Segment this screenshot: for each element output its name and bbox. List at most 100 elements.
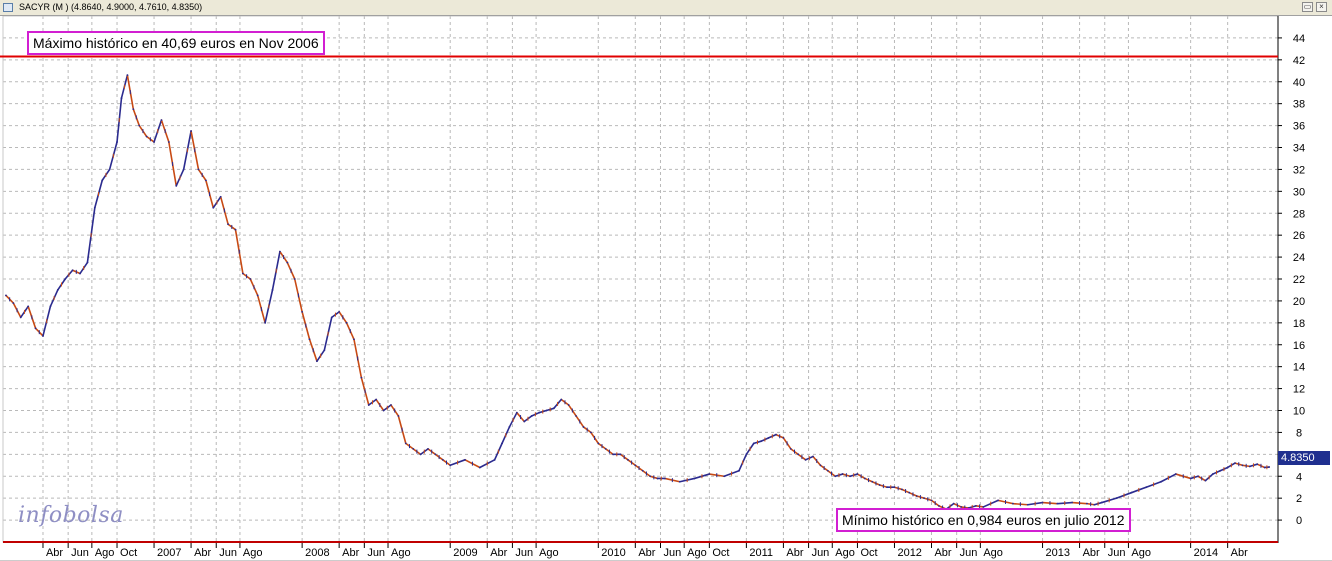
price-point [1026, 503, 1029, 506]
x-tick-label: Abr [786, 547, 803, 559]
price-point [900, 488, 903, 491]
price-point [93, 206, 96, 209]
price-point [367, 404, 370, 406]
price-point [64, 278, 67, 280]
x-tick-label: Abr [490, 547, 507, 559]
x-tick-label: Jun [663, 547, 681, 559]
price-point [160, 119, 163, 122]
price-point [878, 484, 881, 486]
price-point [508, 426, 511, 428]
chart-window-icon [3, 3, 13, 12]
x-tick-label: Abr [638, 547, 655, 559]
logo-text-bolsa: bolsa [62, 503, 124, 528]
price-point [1189, 477, 1192, 480]
price-point [390, 404, 392, 406]
price-point [241, 272, 244, 275]
price-point [301, 310, 304, 313]
price-point [493, 458, 496, 461]
x-tick-label: Ago [835, 547, 855, 559]
y-tick-label: 20 [1293, 296, 1305, 308]
price-point [1268, 466, 1271, 468]
price-point [286, 261, 289, 264]
x-tick-label: Ago [983, 547, 1003, 559]
price-point [908, 491, 911, 494]
price-point [382, 409, 385, 412]
price-point [271, 289, 274, 291]
x-tick-label: Ago [243, 547, 263, 559]
price-point [1041, 501, 1044, 504]
price-point [1145, 486, 1148, 489]
logo-text-info: info [18, 503, 63, 528]
price-point [360, 376, 363, 379]
price-point [693, 477, 696, 480]
price-point [1256, 463, 1259, 466]
price-point [530, 415, 533, 417]
price-point [886, 486, 888, 489]
price-point [1234, 462, 1236, 464]
price-point [849, 475, 851, 478]
price-point [1263, 466, 1266, 469]
price-point [1204, 479, 1207, 482]
price-point [915, 495, 918, 497]
y-tick-label: 44 [1293, 33, 1305, 45]
price-point [49, 305, 52, 308]
x-tick-label: Ago [95, 547, 115, 559]
x-tick-label: 2007 [157, 547, 181, 559]
price-point [723, 475, 726, 478]
price-point [182, 168, 185, 171]
price-point [279, 250, 281, 253]
x-tick-label: 2012 [897, 547, 921, 559]
price-point [649, 475, 652, 478]
price-point [345, 321, 348, 324]
price-point [1100, 501, 1103, 504]
price-point [1219, 469, 1222, 472]
price-point [1241, 464, 1244, 467]
price-point [256, 294, 259, 297]
y-tick-label: 22 [1293, 274, 1305, 286]
y-tick-label: 16 [1293, 340, 1305, 352]
max-annotation: Máximo histórico en 40,69 euros en Nov 2… [27, 31, 325, 55]
x-tick-label: Oct [860, 547, 877, 559]
y-tick-label: 14 [1293, 362, 1305, 374]
price-point [212, 206, 215, 209]
y-tick-label: 32 [1293, 164, 1305, 176]
price-point [412, 447, 415, 450]
price-point [153, 141, 155, 143]
x-tick-label: Ago [391, 547, 411, 559]
price-point [997, 499, 1000, 502]
price-point [1130, 491, 1133, 494]
price-point [204, 179, 207, 182]
price-point [826, 469, 829, 472]
x-tick-label: Jun [219, 547, 237, 559]
price-point [449, 464, 452, 467]
price-point [589, 431, 592, 434]
price-point [582, 426, 585, 428]
price-point [353, 338, 355, 341]
x-tick-label: Abr [1231, 547, 1248, 559]
y-tick-label: 12 [1293, 384, 1305, 396]
price-point [552, 407, 555, 410]
price-point [804, 458, 807, 461]
price-point [101, 179, 104, 182]
price-point [952, 502, 955, 505]
restore-icon[interactable]: ▭ [1302, 2, 1313, 12]
close-icon[interactable]: × [1316, 2, 1327, 12]
x-tick-label: 2010 [601, 547, 625, 559]
y-tick-label: 34 [1293, 143, 1305, 155]
price-point [641, 469, 644, 472]
price-point [120, 97, 123, 100]
price-point [775, 433, 777, 436]
price-point [79, 272, 81, 275]
price-point [108, 168, 111, 171]
window-titlebar: SACYR (M ) (4.8640, 4.9000, 4.7610, 4.83… [0, 0, 1332, 16]
price-point [819, 464, 822, 467]
price-point [923, 497, 925, 500]
price-point [249, 278, 252, 280]
price-point [19, 316, 22, 319]
price-point [656, 477, 659, 480]
price-point [567, 404, 570, 406]
price-point [834, 475, 837, 478]
x-tick-label: 2011 [749, 547, 773, 559]
price-point [219, 195, 222, 198]
price-point [404, 442, 407, 445]
